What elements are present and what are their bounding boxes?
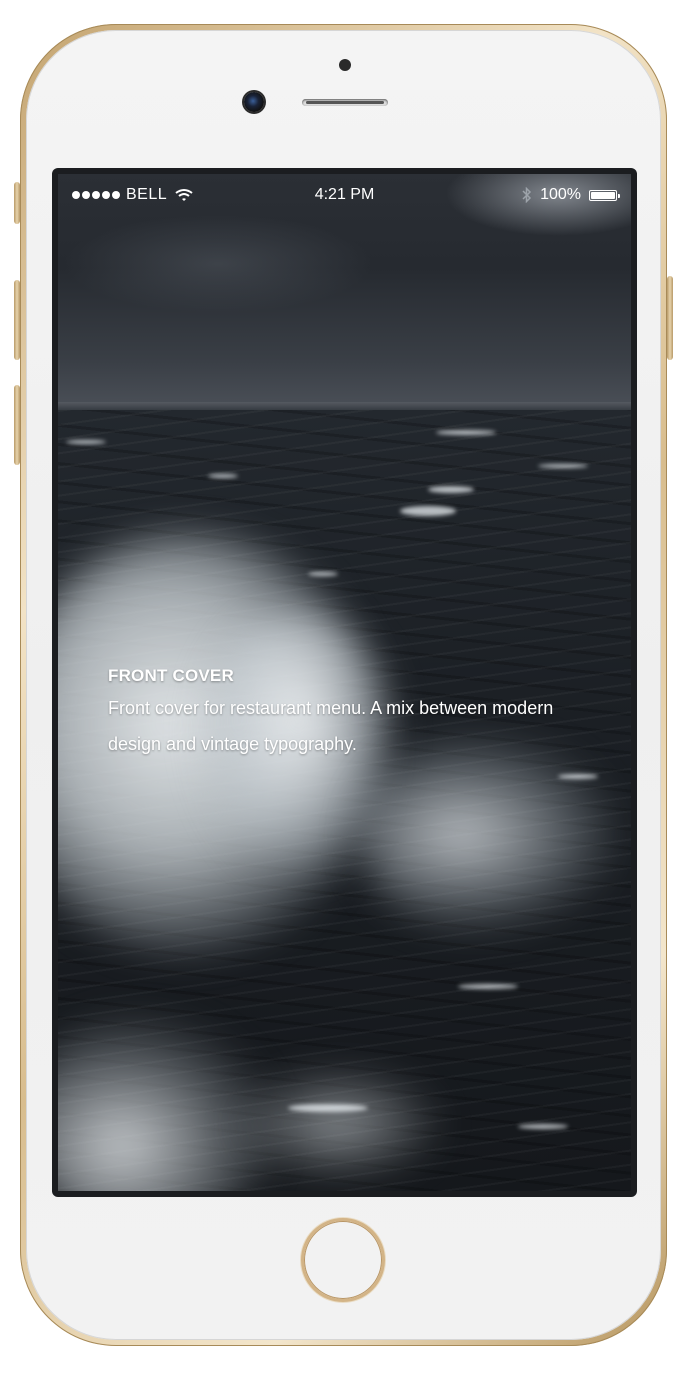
cover-description: Front cover for restaurant menu. A mix b… xyxy=(108,698,554,754)
cover-title: FRONT COVER xyxy=(108,666,234,685)
whitecap xyxy=(208,474,238,478)
whitecap xyxy=(428,486,474,493)
whitecap xyxy=(538,464,588,468)
battery-icon xyxy=(589,189,620,201)
whitecap xyxy=(518,1124,568,1129)
power-button xyxy=(667,276,673,360)
whitecap xyxy=(66,440,106,444)
status-bar: BELL 4:21 PM 100% xyxy=(58,174,631,214)
proximity-sensor xyxy=(339,59,351,71)
battery-fill xyxy=(591,191,615,199)
whitecap xyxy=(458,984,518,989)
whitecap xyxy=(400,506,456,516)
phone-screen: BELL 4:21 PM 100% FRONT COVER Front cove… xyxy=(52,168,637,1197)
cover-caption: FRONT COVER Front cover for restaurant m… xyxy=(108,666,578,762)
battery-percent: 100% xyxy=(540,186,581,203)
device-mockup: BELL 4:21 PM 100% FRONT COVER Front cove… xyxy=(0,0,687,1383)
status-right: 100% xyxy=(522,186,620,204)
whitecap xyxy=(308,572,338,576)
foreground-foam xyxy=(228,1064,448,1184)
home-button[interactable] xyxy=(301,1218,385,1302)
wave-foam xyxy=(358,734,618,934)
earpiece-speaker xyxy=(302,99,388,106)
whitecap xyxy=(558,774,598,779)
front-camera xyxy=(244,92,264,112)
whitecap xyxy=(288,1104,368,1112)
whitecap xyxy=(436,430,496,435)
bluetooth-icon xyxy=(522,186,532,204)
